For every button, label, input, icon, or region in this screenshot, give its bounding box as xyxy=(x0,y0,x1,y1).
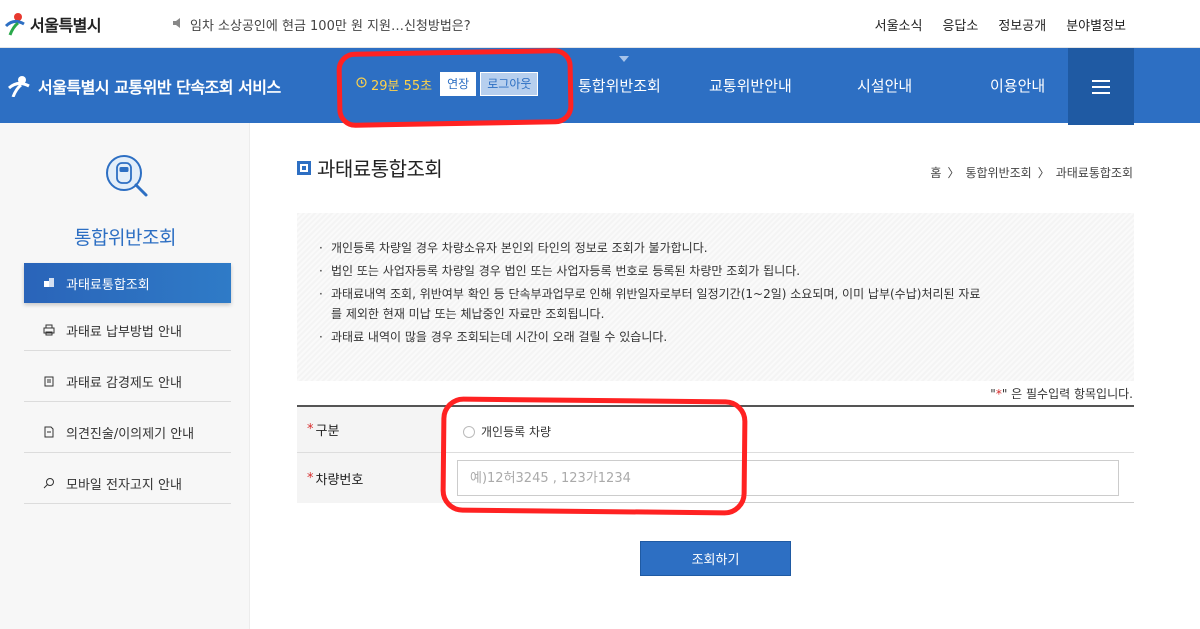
menu-facility-guide[interactable]: 시설안내 xyxy=(857,75,912,96)
extend-button[interactable]: 연장 xyxy=(440,72,477,96)
radio-circle-icon[interactable] xyxy=(463,425,475,438)
breadcrumb-current: 과태료통합조회 xyxy=(1055,166,1133,180)
search-submit-button[interactable]: 조회하기 xyxy=(640,541,791,576)
sidebar-item-reduction-guide[interactable]: 과태료 감경제도 안내 xyxy=(24,362,231,402)
seoul-symbol-icon xyxy=(8,76,30,97)
main-nav: 서울특별시 교통위반 단속조회 서비스 29분 55초 연장 로그아웃 통합위반… xyxy=(0,48,1200,125)
car-search-icon xyxy=(106,155,148,197)
car-number-label: * 차량번호 xyxy=(297,453,445,503)
sidebar-item-objection-guide[interactable]: 의견진술/이의제기 안내 xyxy=(24,413,231,453)
search-icon xyxy=(42,477,56,491)
notice-item-continued: 를 제외한 현재 미납 또는 체납중인 자료만 조회됩니다. xyxy=(331,306,605,321)
notice-ticker[interactable]: 임차 소상공인에 현금 100만 원 지원…신청방법은? xyxy=(172,15,471,34)
site-title[interactable]: 서울특별시 교통위반 단속조회 서비스 xyxy=(8,74,281,98)
notice-item: 과태료 내역이 많을 경우 조회되는데 시간이 오래 걸릴 수 있습니다. xyxy=(319,328,980,347)
menu-usage-guide[interactable]: 이용안내 xyxy=(990,75,1045,96)
sidebar-title: 통합위반조회 xyxy=(74,227,176,249)
notice-item: 개인등록 차량일 경우 차량소유자 본인외 타인의 정보로 조회가 불가합니다. xyxy=(319,239,980,258)
sidebar-item-label: 과태료 감경제도 안내 xyxy=(66,376,182,391)
notice-item: 과태료내역 조회, 위반여부 확인 등 단속부과업무로 인해 위반일자로부터 일… xyxy=(319,285,980,304)
sidebar-item-label: 과태료통합조회 xyxy=(66,277,150,293)
hamburger-line xyxy=(1092,86,1110,88)
radio-label: 개인등록 차량 xyxy=(481,425,552,439)
notice-text: 임차 소상공인에 현금 100만 원 지원…신청방법은? xyxy=(190,19,471,34)
site-title-text: 서울특별시 교통위반 단속조회 서비스 xyxy=(38,78,281,97)
breadcrumb: 홈 〉 통합위반조회 〉 과태료통합조회 xyxy=(930,164,1133,181)
form-row-car-number: * 차량번호 xyxy=(297,453,1134,503)
coins-icon xyxy=(42,276,56,290)
sidebar-item-fine-inquiry[interactable]: 과태료통합조회 xyxy=(24,263,231,303)
hamburger-line xyxy=(1092,92,1110,94)
menu-traffic-violation-guide[interactable]: 교통위반안내 xyxy=(709,75,792,96)
sidebar-item-payment-guide[interactable]: 과태료 납부방법 안내 xyxy=(24,311,231,351)
clipboard-icon xyxy=(42,375,56,389)
seoul-logo-icon xyxy=(4,13,25,36)
notice-list: 개인등록 차량일 경우 차량소유자 본인외 타인의 정보로 조회가 불가합니다.… xyxy=(319,239,980,351)
page-title-text: 과태료통합조회 xyxy=(317,157,443,181)
timer-text: 29분 55초 xyxy=(371,78,433,94)
clock-icon xyxy=(356,76,367,92)
category-label: * 구분 xyxy=(297,407,445,452)
required-star: * xyxy=(307,470,314,486)
utility-links: 서울소식 응답소 정보공개 분야별정보 xyxy=(875,15,1126,34)
car-number-label-text: 차량번호 xyxy=(315,472,364,488)
required-note: "*" 은 필수입력 항목입니다. xyxy=(990,385,1133,402)
logo-text: 서울특별시 xyxy=(30,16,102,35)
breadcrumb-home[interactable]: 홈 xyxy=(930,164,941,181)
sidebar-item-mobile-notice[interactable]: 모바일 전자고지 안내 xyxy=(24,464,231,504)
sidebar-item-label: 과태료 납부방법 안내 xyxy=(66,325,182,340)
top-utility-bar: 서울특별시 임차 소상공인에 현금 100만 원 지원…신청방법은? 서울소식 … xyxy=(0,0,1200,48)
link-field-info[interactable]: 분야별정보 xyxy=(1066,15,1126,34)
search-form: * 구분 개인등록 차량 * 차량번호 xyxy=(297,405,1134,503)
category-radio-personal[interactable]: 개인등록 차량 xyxy=(463,423,551,440)
category-label-text: 구분 xyxy=(315,424,340,439)
notice-box: 개인등록 차량일 경우 차량소유자 본인외 타인의 정보로 조회가 불가합니다.… xyxy=(297,213,1134,381)
chevron-right-icon: 〉 xyxy=(947,166,960,180)
link-info-disclosure[interactable]: 정보공개 xyxy=(998,15,1046,34)
car-number-input[interactable] xyxy=(457,460,1119,496)
session-controls: 29분 55초 연장 로그아웃 xyxy=(356,72,542,96)
document-icon xyxy=(42,426,56,440)
hamburger-line xyxy=(1092,80,1110,82)
hamburger-menu-button[interactable] xyxy=(1068,48,1134,125)
seoul-logo[interactable]: 서울특별시 xyxy=(4,10,102,38)
title-bullet-icon xyxy=(297,160,311,175)
breadcrumb-integrated[interactable]: 통합위반조회 xyxy=(965,164,1031,181)
session-timer: 29분 55초 xyxy=(356,75,432,94)
chevron-right-icon: 〉 xyxy=(1037,166,1050,180)
logout-button[interactable]: 로그아웃 xyxy=(480,72,539,96)
sidebar-item-label: 모바일 전자고지 안내 xyxy=(66,478,182,493)
form-row-category: * 구분 개인등록 차량 xyxy=(297,407,1134,453)
link-seoul-news[interactable]: 서울소식 xyxy=(875,15,923,34)
page-title: 과태료통합조회 xyxy=(297,153,443,182)
printer-icon xyxy=(42,324,56,338)
car-number-cell xyxy=(445,453,1134,503)
required-note-text: " 은 필수입력 항목입니다. xyxy=(1001,387,1133,401)
required-star: * xyxy=(307,422,314,437)
sidebar-item-label: 의견진술/이의제기 안내 xyxy=(66,427,195,442)
speaker-icon xyxy=(172,17,184,33)
notice-item: 법인 또는 사업자등록 차량일 경우 법인 또는 사업자등록 번호로 등록된 차… xyxy=(319,262,980,281)
category-cell: 개인등록 차량 xyxy=(445,407,1134,452)
link-eungdapso[interactable]: 응답소 xyxy=(942,15,978,34)
menu-integrated-violation[interactable]: 통합위반조회 xyxy=(578,75,661,96)
active-menu-caret-icon xyxy=(619,56,629,62)
